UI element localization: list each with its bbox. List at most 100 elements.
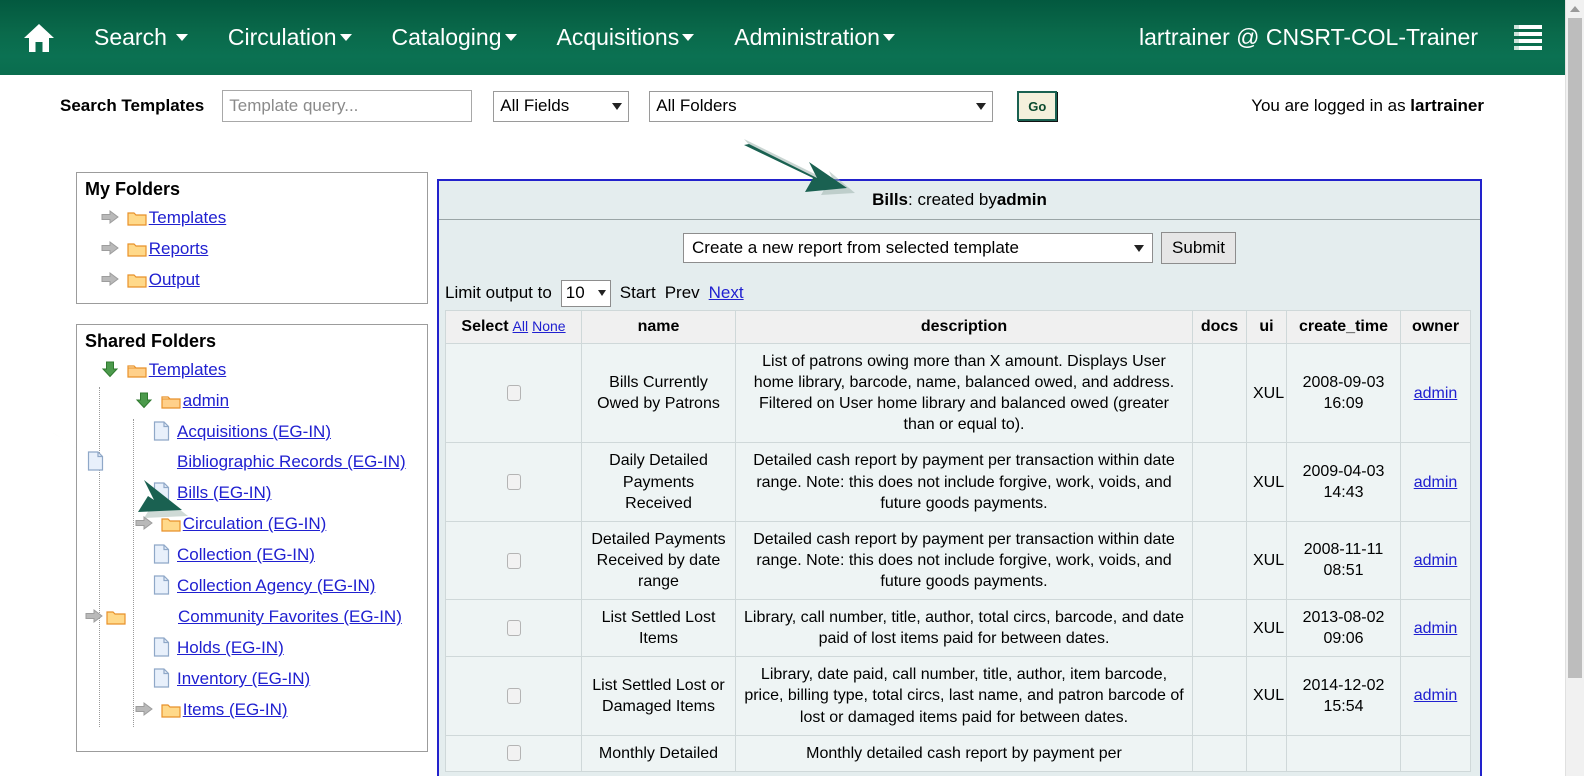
row-checkbox[interactable]	[506, 745, 521, 762]
row-create-time: 2013-08-02 09:06	[1286, 599, 1401, 658]
column-header-description: description	[735, 310, 1193, 344]
tree-link-inventory[interactable]: Inventory (EG-IN)	[177, 669, 310, 688]
row-checkbox[interactable]	[506, 620, 521, 637]
folder-icon	[127, 358, 147, 378]
table-row[interactable]: Detailed Payments Received by date range…	[445, 520, 1471, 601]
row-select-cell	[445, 520, 582, 601]
row-checkbox[interactable]	[506, 552, 521, 569]
row-owner-link[interactable]: admin	[1414, 552, 1458, 569]
column-header-name: name	[581, 310, 736, 344]
row-ui: XUL	[1246, 442, 1287, 522]
nav-item-acquisitions[interactable]: Acquisitions	[555, 20, 697, 55]
table-row[interactable]: Bills Currently Owed by Patrons List of …	[445, 342, 1471, 444]
row-checkbox[interactable]	[506, 385, 521, 402]
report-action-select[interactable]: Create a new report from selected templa…	[683, 233, 1154, 263]
scroll-up-arrow-icon[interactable]	[1570, 6, 1580, 12]
folder-icon	[127, 237, 147, 257]
tree-link-holds[interactable]: Holds (EG-IN)	[177, 638, 284, 657]
nav-item-cataloging[interactable]: Cataloging	[390, 20, 519, 55]
row-owner-link[interactable]: admin	[1414, 687, 1458, 704]
tree-item-bills[interactable]: Bills (EG-IN)	[85, 475, 419, 508]
nav-item-circulation[interactable]: Circulation	[226, 20, 354, 55]
tree-item-bibliographic-records[interactable]: Bibliographic Records (EG-IN)	[85, 447, 419, 475]
chevron-down-icon	[339, 34, 352, 41]
tree-item-shared-admin[interactable]: admin	[85, 385, 419, 416]
app-page: Search Circulation Cataloging Acquisitio…	[0, 0, 1584, 776]
document-icon	[153, 420, 170, 441]
table-row[interactable]: List Settled Lost Items Library, call nu…	[445, 599, 1471, 658]
row-checkbox[interactable]	[506, 474, 521, 491]
list-menu-icon[interactable]	[1514, 24, 1542, 51]
tree-link-my-output[interactable]: Output	[149, 270, 200, 289]
tree-item-shared-templates[interactable]: Templates	[85, 354, 419, 385]
search-input[interactable]	[222, 90, 473, 122]
row-owner-link[interactable]: admin	[1414, 620, 1458, 637]
tree-item-community-favorites[interactable]: Community Favorites (EG-IN)	[85, 601, 419, 630]
tree-item-my-output[interactable]: Output	[85, 264, 419, 295]
row-owner: admin	[1400, 520, 1471, 601]
tree-link-shared-templates[interactable]: Templates	[149, 360, 226, 379]
tree-item-my-reports[interactable]: Reports	[85, 233, 419, 264]
scrollbar-thumb[interactable]	[1568, 18, 1582, 678]
folders-select[interactable]: All Folders	[649, 90, 994, 122]
document-icon	[87, 451, 170, 471]
logged-in-prefix: You are logged in as	[1251, 96, 1411, 115]
tree-link-items[interactable]: Items (EG-IN)	[183, 700, 288, 719]
tree-item-items[interactable]: Items (EG-IN)	[85, 694, 419, 725]
tree-link-bills[interactable]: Bills (EG-IN)	[177, 483, 271, 502]
templates-table: Select All None name description docs ui c…	[445, 310, 1471, 772]
select-all-link[interactable]: All	[513, 318, 529, 334]
tree-item-acquisitions[interactable]: Acquisitions (EG-IN)	[85, 416, 419, 447]
table-row[interactable]: Daily Detailed Payments Received Detaile…	[445, 442, 1471, 522]
row-select-cell	[445, 734, 582, 772]
tree-item-holds[interactable]: Holds (EG-IN)	[85, 630, 419, 663]
select-none-link[interactable]: None	[532, 318, 565, 334]
arrow-right-icon[interactable]	[101, 266, 119, 286]
row-select-cell	[445, 442, 582, 522]
submit-button[interactable]: Submit	[1161, 232, 1236, 264]
arrow-down-icon[interactable]	[101, 357, 119, 378]
vertical-scrollbar[interactable]	[1565, 0, 1584, 776]
row-owner-link[interactable]: admin	[1414, 474, 1458, 491]
folders-select-value: All Folders	[656, 96, 737, 115]
tree-item-collection-agency[interactable]: Collection Agency (EG-IN)	[85, 570, 419, 601]
arrow-right-icon[interactable]	[135, 696, 153, 716]
arrow-right-icon[interactable]	[135, 510, 153, 530]
tree-item-my-templates[interactable]: Templates	[85, 202, 419, 233]
tree-link-shared-admin[interactable]: admin	[183, 391, 229, 410]
tree-link-acquisitions[interactable]: Acquisitions (EG-IN)	[177, 422, 331, 441]
tree-link-collection[interactable]: Collection (EG-IN)	[177, 545, 315, 564]
row-description: Detailed cash report by payment per tran…	[735, 520, 1193, 601]
fields-select[interactable]: All Fields	[493, 90, 630, 122]
shared-folders-panel: Shared Folders Templates admin Acquisiti…	[76, 324, 428, 752]
row-owner-link[interactable]: admin	[1414, 385, 1458, 402]
tree-link-my-templates[interactable]: Templates	[149, 208, 226, 227]
document-icon	[153, 636, 170, 657]
row-checkbox[interactable]	[506, 688, 521, 705]
tree-link-collection-agency[interactable]: Collection Agency (EG-IN)	[177, 576, 375, 595]
tree-item-circulation[interactable]: Circulation (EG-IN)	[85, 508, 419, 539]
arrow-down-icon[interactable]	[135, 388, 153, 409]
arrow-right-icon[interactable]	[101, 235, 119, 255]
page-next-link[interactable]: Next	[709, 283, 744, 303]
arrow-right-icon[interactable]	[85, 606, 153, 623]
tree-item-inventory[interactable]: Inventory (EG-IN)	[85, 663, 419, 694]
nav-label-administration: Administration	[734, 24, 880, 50]
tree-link-my-reports[interactable]: Reports	[149, 239, 209, 258]
go-button[interactable]: Go	[1017, 91, 1058, 121]
table-row[interactable]: Monthly Detailed Monthly detailed cash r…	[445, 734, 1471, 772]
tree-link-circulation[interactable]: Circulation (EG-IN)	[183, 514, 327, 533]
tree-link-bibliographic-records[interactable]: Bibliographic Records (EG-IN)	[177, 452, 406, 471]
home-icon[interactable]	[16, 15, 62, 61]
limit-output-select[interactable]: 10	[560, 279, 611, 307]
arrow-right-icon[interactable]	[101, 204, 119, 224]
tree-link-community-favorites[interactable]: Community Favorites (EG-IN)	[178, 607, 402, 626]
tree-item-collection[interactable]: Collection (EG-IN)	[85, 539, 419, 570]
table-row[interactable]: List Settled Lost or Damaged Items Libra…	[445, 656, 1471, 736]
nav-item-search[interactable]: Search	[92, 20, 190, 55]
row-create-time: 2008-09-03 16:09	[1286, 342, 1401, 444]
table-header-row: Select All None name description docs ui c…	[445, 310, 1471, 344]
panel-heading-folder: Bills	[872, 190, 908, 209]
nav-item-administration[interactable]: Administration	[732, 20, 897, 55]
row-ui: XUL	[1246, 656, 1287, 736]
